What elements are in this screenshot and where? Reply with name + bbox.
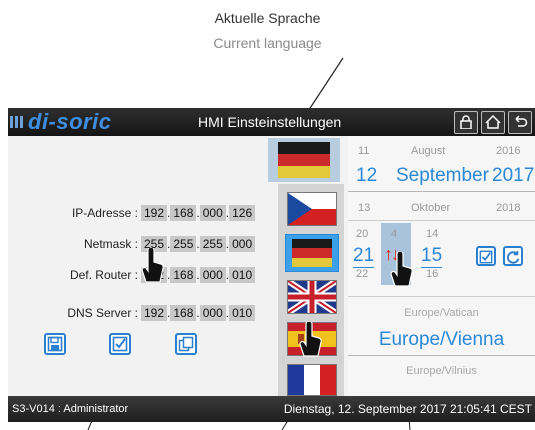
screen-title: HMI Einsteinstellungen [198, 114, 342, 130]
timezone-prev[interactable]: Europe/Vatican [348, 307, 535, 319]
netmask-octet-4[interactable]: 000 [229, 236, 256, 252]
checkbox-check-icon [479, 250, 493, 264]
ip-address-field[interactable]: 192. 168. 000. 126 [141, 204, 256, 222]
flag-uk-icon [288, 281, 336, 313]
default-router-label: Def. Router : [69, 268, 138, 282]
flag-germany-current-icon [278, 142, 330, 178]
ip-octet-3[interactable]: 000 [199, 205, 226, 221]
timezone-divider [348, 355, 535, 356]
second-current[interactable]: 15 [421, 245, 443, 268]
back-button[interactable] [508, 111, 532, 134]
lock-button[interactable] [454, 111, 478, 134]
router-octet-3[interactable]: 000 [199, 267, 226, 283]
home-button[interactable] [481, 111, 505, 134]
home-icon [485, 114, 501, 129]
logo-mark-icon [10, 116, 24, 128]
netmask-octet-3[interactable]: 255 [199, 236, 226, 252]
lock-icon [460, 115, 472, 130]
touch-hand-icon [390, 252, 413, 287]
ip-octet-1[interactable]: 192 [141, 205, 168, 221]
dns-octet-3[interactable]: 000 [199, 305, 226, 321]
save-icon [47, 336, 63, 352]
date-month-next[interactable]: Oktober [411, 202, 450, 214]
language-selector [278, 184, 344, 396]
hour-next[interactable]: 22 [356, 268, 368, 280]
ip-address-label: IP-Adresse : [71, 206, 138, 220]
touch-hand-icon [299, 322, 322, 357]
date-day-current[interactable]: 12 [356, 165, 377, 187]
second-next[interactable]: 16 [426, 268, 438, 280]
timezone-next[interactable]: Europe/Vilnius [348, 365, 535, 377]
time-timezone-divider [348, 296, 535, 297]
date-month-prev[interactable]: August [411, 145, 445, 157]
time-confirm-button[interactable] [476, 246, 496, 266]
date-day-next[interactable]: 13 [358, 202, 370, 214]
copy-icon [178, 336, 194, 352]
status-datetime: Dienstag, 12. September 2017 21:05:41 CE… [283, 402, 532, 416]
flag-france-icon [288, 365, 336, 395]
dns-octet-2[interactable]: 168 [170, 305, 197, 321]
date-month-current[interactable]: September [396, 165, 489, 187]
minute-prev[interactable]: 4 [391, 228, 397, 240]
hour-current[interactable]: 21 [353, 245, 375, 268]
dns-server-label: DNS Server : [67, 306, 138, 320]
status-bar: S3-V014 : Administrator Dienstag, 12. Se… [8, 396, 535, 422]
netmask-octet-2[interactable]: 255 [170, 236, 197, 252]
refresh-icon [506, 250, 520, 264]
status-user: S3-V014 : Administrator [12, 403, 129, 415]
hmi-screen: di-soric HMI Einsteinstellungen IP-Adres… [8, 108, 535, 422]
router-octet-4[interactable]: 010 [229, 267, 256, 283]
dns-server-field[interactable]: 192. 168. 000. 010 [141, 304, 256, 322]
flag-czech-button[interactable] [287, 192, 337, 226]
ip-octet-4[interactable]: 126 [229, 205, 256, 221]
flag-germany-icon [292, 239, 332, 267]
logo: di-soric [28, 109, 112, 134]
undo-icon [515, 115, 528, 127]
date-day-prev[interactable]: 11 [358, 145, 369, 157]
date-year-prev[interactable]: 2016 [496, 145, 520, 157]
flag-france-button[interactable] [287, 364, 337, 396]
date-year-current[interactable]: 2017 [492, 165, 534, 187]
title-bar: di-soric HMI Einsteinstellungen [8, 108, 535, 136]
ip-octet-2[interactable]: 168 [170, 205, 197, 221]
second-prev[interactable]: 14 [426, 228, 438, 240]
router-octet-2[interactable]: 168 [170, 267, 197, 283]
dns-octet-4[interactable]: 010 [229, 305, 256, 321]
flag-czech-icon [288, 193, 336, 225]
dns-octet-1[interactable]: 192 [141, 305, 168, 321]
timezone-current[interactable]: Europe/Vienna [348, 329, 535, 351]
time-reset-button[interactable] [503, 246, 523, 266]
date-year-next[interactable]: 2018 [496, 202, 520, 214]
date-time-divider [348, 220, 535, 221]
flag-germany-button[interactable] [285, 234, 339, 272]
netmask-label: Netmask : [83, 237, 138, 251]
save-button[interactable] [44, 333, 66, 355]
current-language-flag [268, 138, 340, 182]
datetime-panel: 11 August 2016 12 September 2017 13 Okto… [348, 136, 535, 396]
confirm-button[interactable] [109, 333, 131, 355]
hour-prev[interactable]: 20 [356, 228, 368, 240]
checkbox-check-icon [112, 336, 128, 352]
flag-uk-button[interactable] [287, 280, 337, 314]
touch-hand-icon [141, 248, 164, 283]
date-divider [348, 191, 535, 192]
copy-button[interactable] [175, 333, 197, 355]
